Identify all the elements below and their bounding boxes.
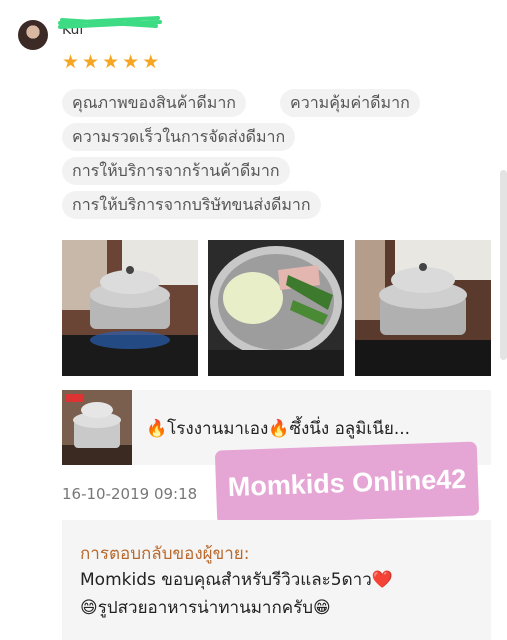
tag-courier-service: การให้บริการจากบริษัทขนส่งดีมาก: [62, 191, 321, 219]
review-photo-3[interactable]: [355, 240, 491, 376]
star-icon: ★: [122, 51, 140, 73]
product-name: 🔥โรงงานมาเอง🔥ซึ้งนึ่ง อลูมิเนีย...: [146, 419, 411, 439]
star-icon: ★: [102, 51, 120, 73]
seller-reply-line: Momkids ขอบคุณสำหรับรีวิวและ5ดาว❤️: [80, 570, 393, 590]
star-icon: ★: [142, 51, 160, 73]
name-redaction-scribble: [58, 16, 162, 29]
tag-value: ความคุ้มค่าดีมาก: [280, 89, 420, 117]
tag-product-quality: คุณภาพของสินค้าดีมาก: [62, 89, 246, 117]
seller-reply-line: 😄รูปสวยอาหารน่าทานมากครับ😁: [80, 598, 331, 618]
star-icon: ★: [62, 51, 80, 73]
tag-shop-service: การให้บริการจากร้านค้าดีมาก: [62, 157, 290, 185]
rating-stars: ★ ★ ★ ★ ★: [62, 52, 159, 72]
tag-shipping-speed: ความรวดเร็วในการจัดส่งดีมาก: [62, 123, 296, 151]
seller-reply-text: Momkids ขอบคุณสำหรับรีวิวและ5ดาว❤️ 😄รูปส…: [80, 566, 393, 622]
watermark-label: Momkids Online42: [214, 441, 480, 525]
star-icon: ★: [82, 51, 100, 73]
review-photo-2[interactable]: [208, 240, 344, 376]
review-date: 16-10-2019 09:18: [62, 485, 198, 503]
product-thumbnail: [62, 390, 132, 465]
review-photo-1[interactable]: [62, 240, 198, 376]
seller-reply: การตอบกลับของผู้ขาย: Momkids ขอบคุณสำหรั…: [62, 520, 491, 640]
scrollbar[interactable]: [500, 170, 507, 360]
seller-reply-title: การตอบกลับของผู้ขาย:: [80, 544, 250, 564]
user-avatar[interactable]: [18, 20, 48, 50]
